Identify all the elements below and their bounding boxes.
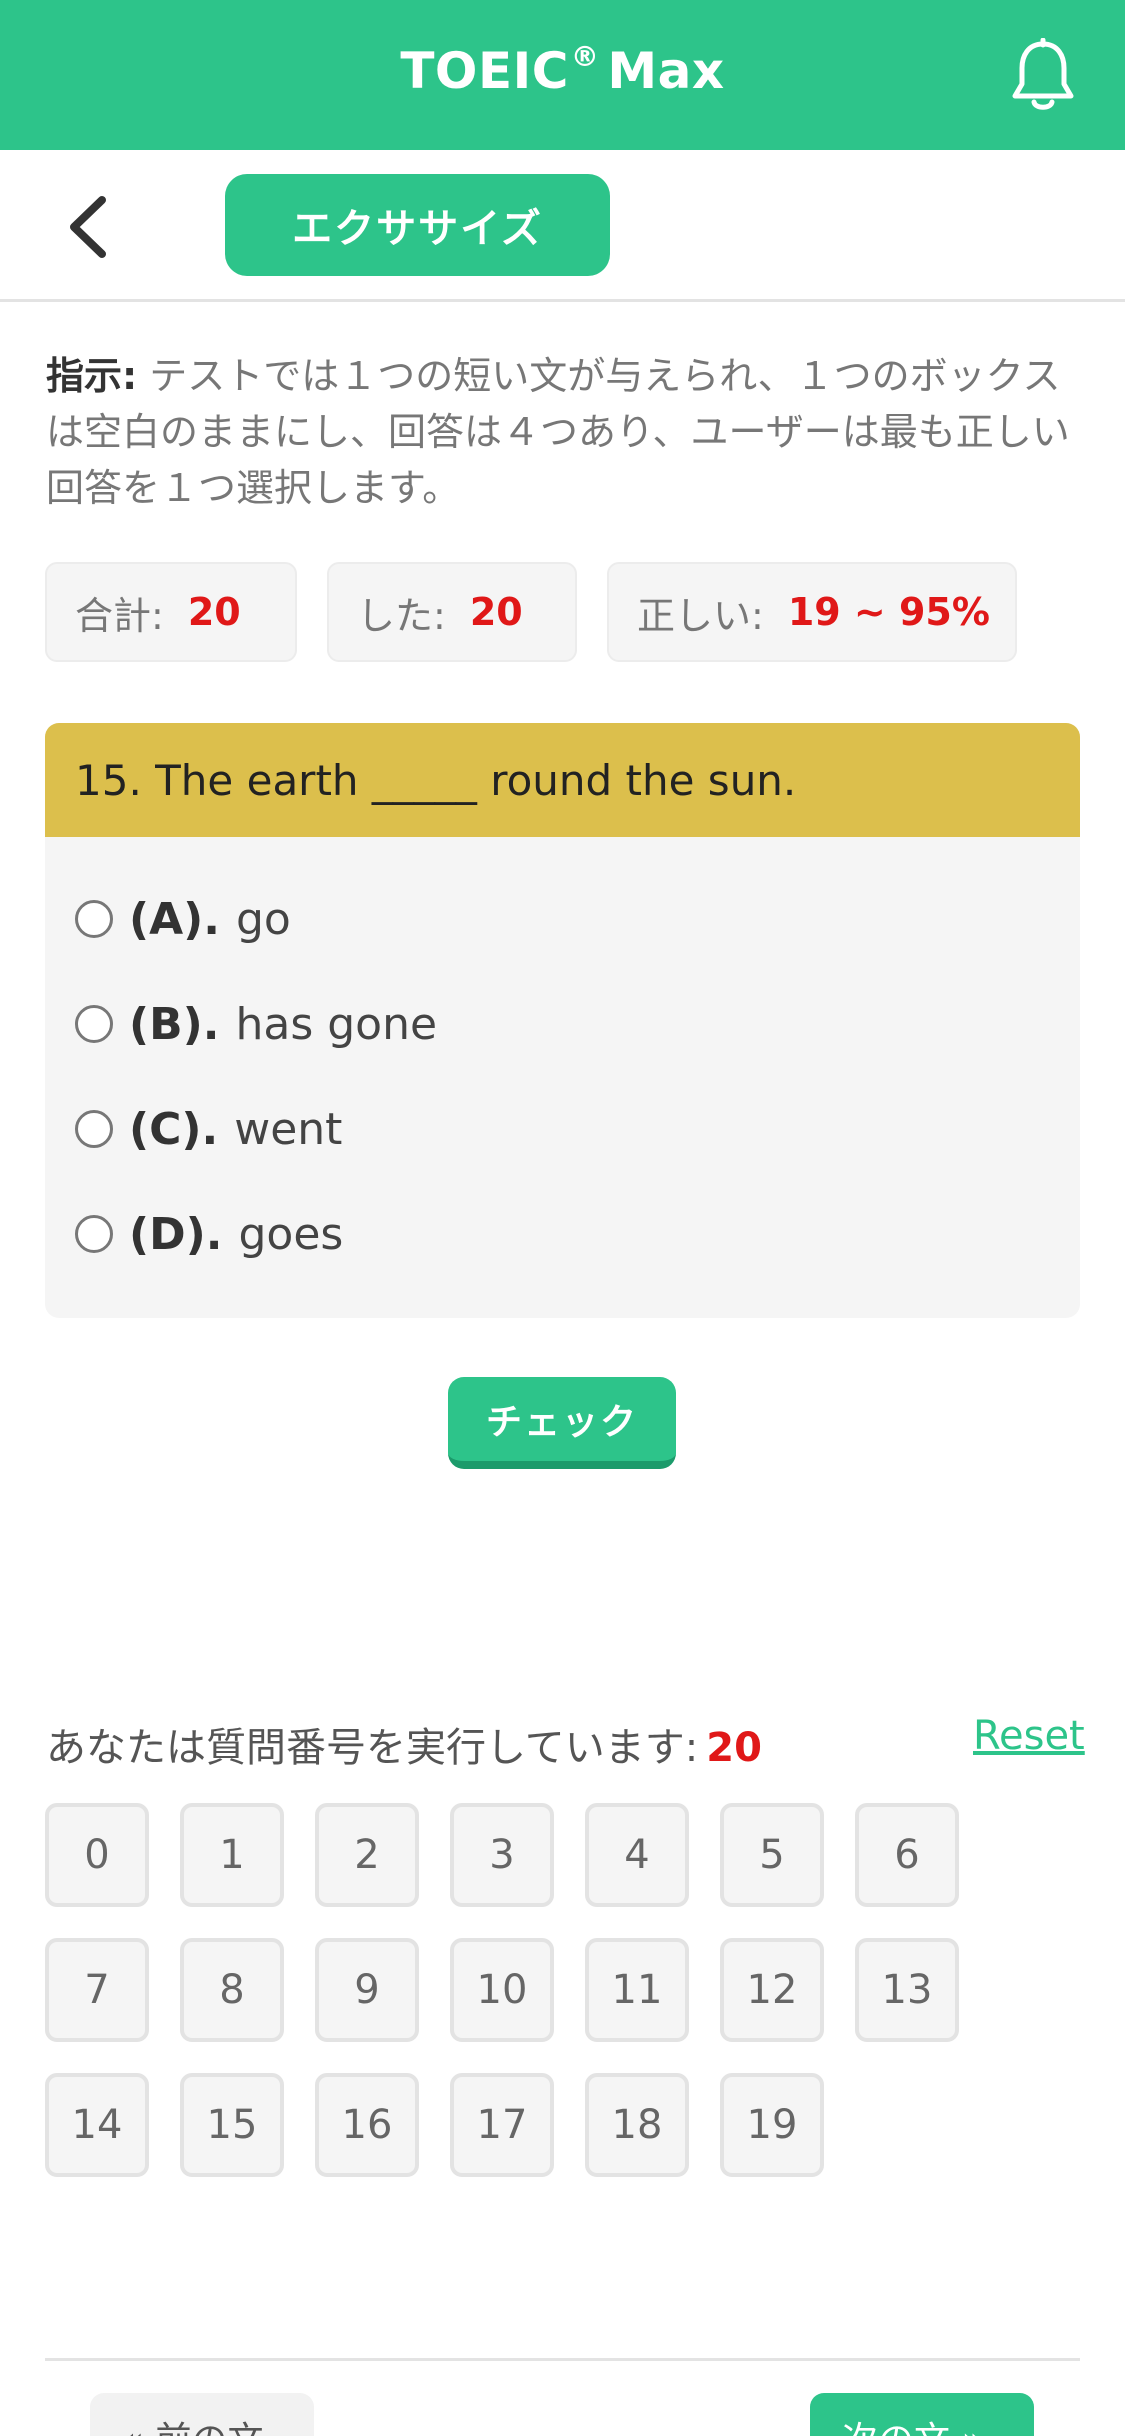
reset-link[interactable]: Reset [973, 1713, 1085, 1759]
question-number-button[interactable]: 13 [855, 1938, 959, 2042]
question-number-button[interactable]: 7 [45, 1938, 149, 2042]
question-number-button[interactable]: 5 [720, 1803, 824, 1907]
stat-total-label: 合計: [75, 593, 164, 638]
stat-done-label: した: [357, 593, 446, 638]
option-d[interactable]: (D). goes [75, 1204, 343, 1264]
nav-bar: エクササイズ [0, 150, 1125, 302]
option-a-text: go [236, 893, 291, 945]
stat-total: 合計: 20 [45, 562, 297, 662]
back-button[interactable] [60, 192, 120, 262]
progress-current: 20 [706, 1725, 762, 1771]
option-c-text: went [234, 1103, 343, 1155]
option-d-text: goes [238, 1208, 344, 1260]
radio-button-a[interactable] [75, 900, 113, 938]
stat-correct-value: 19 ~ 95% [787, 590, 990, 634]
question-number-button[interactable]: 19 [720, 2073, 824, 2177]
question-number-button[interactable]: 10 [450, 1938, 554, 2042]
chevron-left-icon [70, 196, 106, 258]
question-number-button[interactable]: 3 [450, 1803, 554, 1907]
question-number-button[interactable]: 1 [180, 1803, 284, 1907]
stat-correct: 正しい: 19 ~ 95% [607, 562, 1017, 662]
radio-button-d[interactable] [75, 1215, 113, 1253]
stat-done-value: 20 [469, 590, 523, 634]
exercise-button[interactable]: エクササイズ [225, 174, 610, 276]
question-number-button[interactable]: 2 [315, 1803, 419, 1907]
question-number-button[interactable]: 11 [585, 1938, 689, 2042]
registered-mark: ® [570, 40, 600, 73]
stat-done: した: 20 [327, 562, 577, 662]
bell-icon[interactable] [1008, 37, 1078, 114]
question-text: 15. The earth _____ round the sun. [45, 723, 1080, 837]
app-title-suffix: Max [607, 42, 725, 100]
prev-sentence-button[interactable]: « 前の文 [90, 2393, 314, 2436]
divider [45, 2358, 1080, 2361]
app-header: TOEIC® Max [0, 0, 1125, 150]
instructions-label: 指示: [46, 354, 138, 398]
option-d-letter: (D). [129, 1208, 223, 1260]
question-number-button[interactable]: 4 [585, 1803, 689, 1907]
radio-button-b[interactable] [75, 1005, 113, 1043]
app-title-text: TOEIC [400, 42, 569, 100]
question-number-button[interactable]: 0 [45, 1803, 149, 1907]
question-number-button[interactable]: 8 [180, 1938, 284, 2042]
question-number-button[interactable]: 6 [855, 1803, 959, 1907]
option-c[interactable]: (C). went [75, 1099, 342, 1159]
stat-correct-label: 正しい: [637, 593, 764, 638]
progress-label-text: あなたは質問番号を実行しています: [46, 1725, 699, 1771]
question-number-button[interactable]: 14 [45, 2073, 149, 2177]
question-number-button[interactable]: 15 [180, 2073, 284, 2177]
app-title: TOEIC® Max [0, 40, 1125, 100]
question-number-button[interactable]: 16 [315, 2073, 419, 2177]
question-number-button[interactable]: 12 [720, 1938, 824, 2042]
option-b-letter: (B). [129, 998, 220, 1050]
option-a-letter: (A). [129, 893, 220, 945]
question-card: 15. The earth _____ round the sun. (A). … [45, 723, 1080, 1318]
instructions: 指示: テストでは１つの短い文が与えられ、１つのボックスは空白のままにし、回答は… [46, 348, 1076, 516]
progress-label: あなたは質問番号を実行しています: 20 [46, 1715, 762, 1773]
radio-button-c[interactable] [75, 1110, 113, 1148]
question-number-button[interactable]: 9 [315, 1938, 419, 2042]
question-number-button[interactable]: 17 [450, 2073, 554, 2177]
check-button[interactable]: チェック [448, 1377, 676, 1469]
option-b[interactable]: (B). has gone [75, 994, 437, 1054]
option-c-letter: (C). [129, 1103, 219, 1155]
instructions-text: テストでは１つの短い文が与えられ、１つのボックスは空白のままにし、回答は４つあり… [46, 354, 1070, 510]
option-a[interactable]: (A). go [75, 889, 291, 949]
question-number-button[interactable]: 18 [585, 2073, 689, 2177]
stat-total-value: 20 [187, 590, 241, 634]
next-sentence-button[interactable]: 次の文 » [810, 2393, 1034, 2436]
option-b-text: has gone [235, 998, 438, 1050]
